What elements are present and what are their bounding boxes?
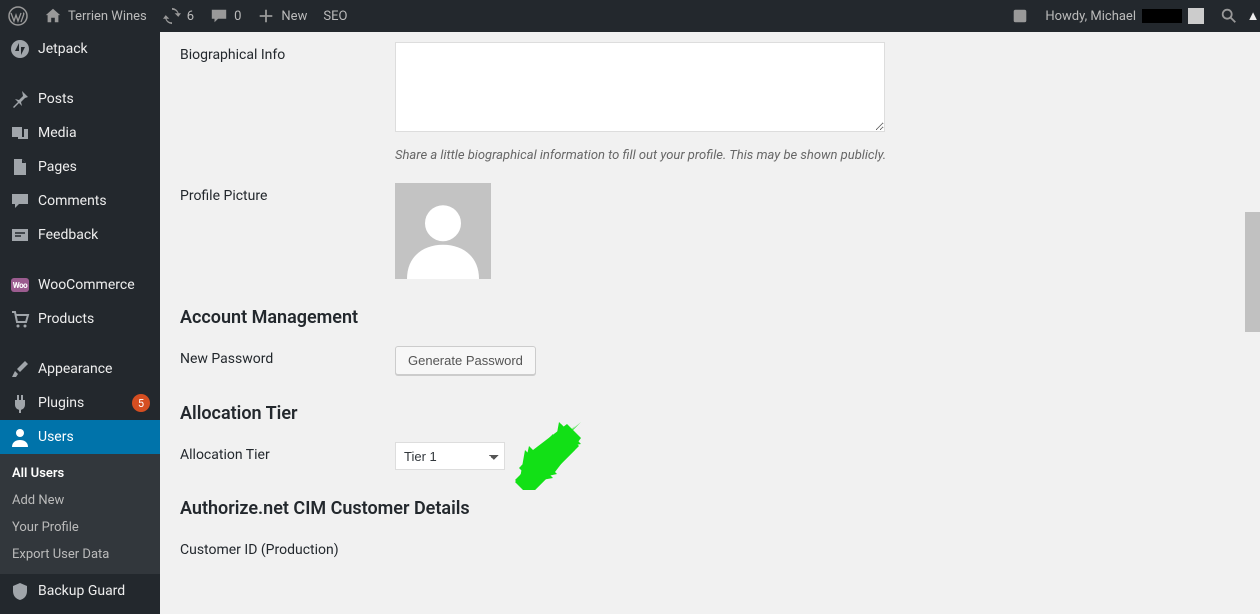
scroll-up-caret[interactable]: ▲ — [1246, 0, 1260, 32]
sidebar-item-pages[interactable]: Pages — [0, 150, 160, 184]
notification-icon — [1011, 7, 1029, 25]
allocation-tier-select[interactable]: Tier 1 — [395, 442, 505, 470]
users-submenu: All Users Add New Your Profile Export Us… — [0, 454, 160, 574]
sidebar-item-label: Feedback — [38, 227, 150, 243]
admin-sidebar: Jetpack Posts Media Pages Comments Feedb… — [0, 32, 160, 614]
sidebar-item-feedback[interactable]: Feedback — [0, 218, 160, 252]
submenu-export-user-data[interactable]: Export User Data — [0, 541, 160, 568]
scrollbar-thumb[interactable] — [1245, 212, 1260, 332]
allocation-tier-label: Allocation Tier — [180, 442, 395, 463]
submenu-all-users[interactable]: All Users — [0, 460, 160, 487]
sidebar-item-posts[interactable]: Posts — [0, 82, 160, 116]
submenu-your-profile[interactable]: Your Profile — [0, 514, 160, 541]
customer-id-label: Customer ID (Production) — [180, 537, 395, 558]
search-button[interactable] — [1212, 0, 1246, 32]
redacted-name — [1142, 9, 1182, 23]
updates-count: 6 — [187, 9, 194, 24]
sidebar-item-media[interactable]: Media — [0, 116, 160, 150]
sidebar-item-label: Jetpack — [38, 41, 150, 57]
comments-count: 0 — [234, 9, 241, 24]
sidebar-item-label: Posts — [38, 91, 150, 107]
sidebar-item-comments[interactable]: Comments — [0, 184, 160, 218]
woocommerce-icon: Woo — [10, 275, 30, 295]
allocation-tier-heading: Allocation Tier — [180, 403, 1240, 424]
sidebar-item-label: Pages — [38, 159, 150, 175]
generate-password-button[interactable]: Generate Password — [395, 346, 536, 375]
site-name-link[interactable]: Terrien Wines — [36, 0, 155, 32]
new-label: New — [281, 9, 307, 24]
comment-icon — [210, 7, 228, 25]
sidebar-item-plugins[interactable]: Plugins 5 — [0, 386, 160, 420]
search-icon — [1220, 7, 1238, 25]
plugin-icon — [10, 393, 30, 413]
sidebar-item-label: Backup Guard — [38, 583, 150, 599]
sidebar-item-label: Comments — [38, 193, 150, 209]
howdy-text: Howdy, Michael — [1045, 9, 1136, 24]
media-icon — [10, 123, 30, 143]
shield-icon — [10, 581, 30, 601]
new-content-link[interactable]: New — [249, 0, 315, 32]
plus-icon — [257, 7, 275, 25]
bio-help-text: Share a little biographical information … — [395, 148, 1240, 163]
site-name: Terrien Wines — [68, 9, 147, 24]
comment-icon — [10, 191, 30, 211]
updates-link[interactable]: 6 — [155, 0, 202, 32]
new-password-label: New Password — [180, 346, 395, 367]
user-avatar-small — [1188, 8, 1204, 24]
sidebar-item-label: Appearance — [38, 361, 150, 377]
sidebar-item-label: Products — [38, 311, 150, 327]
sidebar-item-appearance[interactable]: Appearance — [0, 352, 160, 386]
sidebar-item-label: Plugins — [38, 395, 124, 411]
bio-label: Biographical Info — [180, 42, 395, 63]
sidebar-item-tools[interactable]: Tools — [0, 608, 160, 614]
update-icon — [163, 7, 181, 25]
seo-label: SEO — [323, 9, 347, 24]
sidebar-item-products[interactable]: Products — [0, 302, 160, 336]
feedback-icon — [10, 225, 30, 245]
profile-picture-avatar — [395, 183, 491, 279]
pin-icon — [10, 89, 30, 109]
sidebar-item-label: Users — [38, 429, 150, 445]
submenu-add-new[interactable]: Add New — [0, 487, 160, 514]
sidebar-item-woocommerce[interactable]: Woo WooCommerce — [0, 268, 160, 302]
main-content: Biographical Info Share a little biograp… — [160, 32, 1260, 614]
profile-picture-label: Profile Picture — [180, 183, 395, 204]
sidebar-item-label: Media — [38, 125, 150, 141]
plugins-update-badge: 5 — [132, 394, 150, 412]
wordpress-logo[interactable] — [0, 0, 36, 32]
bio-textarea[interactable] — [395, 42, 885, 132]
user-icon — [10, 427, 30, 447]
comments-link[interactable]: 0 — [202, 0, 249, 32]
brush-icon — [10, 359, 30, 379]
sidebar-item-users[interactable]: Users — [0, 420, 160, 454]
account-management-heading: Account Management — [180, 307, 1240, 328]
page-icon — [10, 157, 30, 177]
seo-link[interactable]: SEO — [315, 0, 355, 32]
account-link[interactable]: Howdy, Michael — [1037, 0, 1212, 32]
sidebar-item-label: WooCommerce — [38, 277, 150, 293]
cart-icon — [10, 309, 30, 329]
home-icon — [44, 7, 62, 25]
admin-toolbar: Terrien Wines 6 0 New SEO Howdy, Michael… — [0, 0, 1260, 32]
person-placeholder-icon — [398, 189, 488, 279]
sidebar-item-jetpack[interactable]: Jetpack — [0, 32, 160, 66]
sidebar-item-backup-guard[interactable]: Backup Guard — [0, 574, 160, 608]
jetpack-icon — [10, 39, 30, 59]
notification-indicator[interactable] — [1003, 0, 1037, 32]
authorize-net-heading: Authorize.net CIM Customer Details — [180, 498, 1240, 519]
